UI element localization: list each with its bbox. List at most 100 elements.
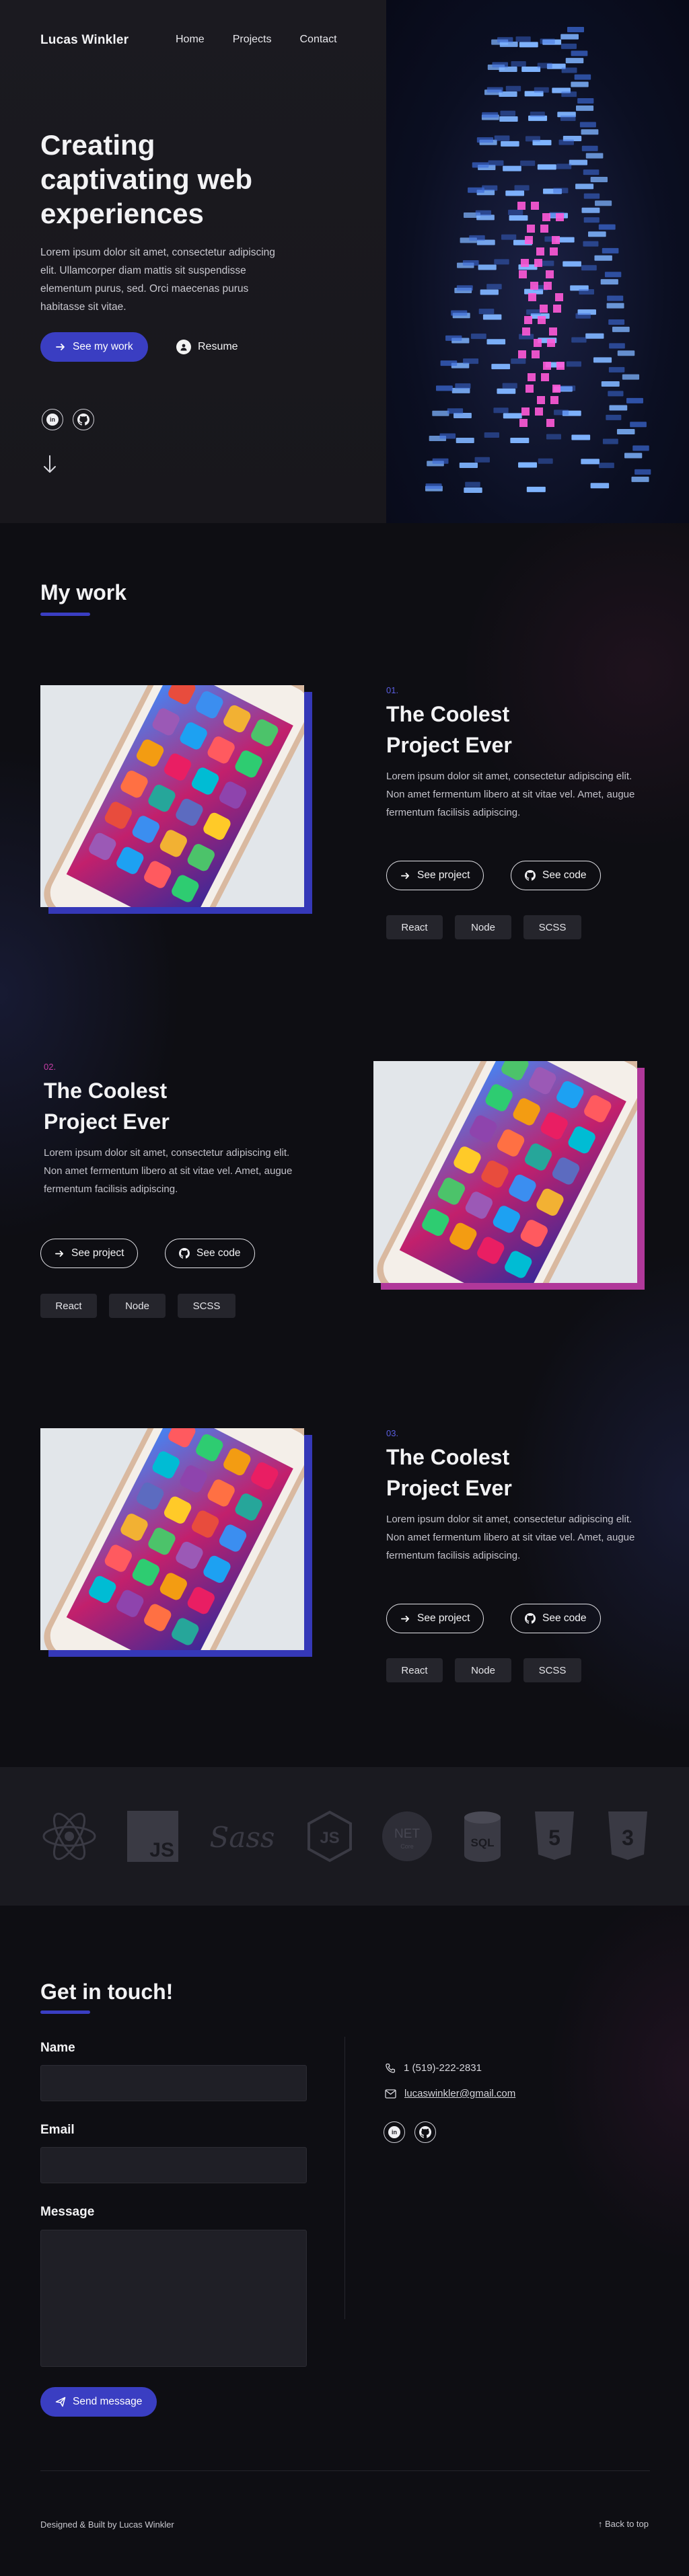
spiral-segment bbox=[571, 434, 591, 440]
project-1-image[interactable] bbox=[40, 685, 304, 907]
spiral-core-pixel bbox=[521, 259, 529, 267]
nav-projects[interactable]: Projects bbox=[233, 34, 272, 46]
spiral-segment bbox=[494, 259, 509, 265]
svg-text:3: 3 bbox=[622, 1826, 634, 1850]
phone-info: 1 (519)-222-2831 bbox=[385, 2062, 482, 2074]
logo[interactable]: Lucas Winkler bbox=[40, 33, 129, 48]
spiral-segment bbox=[583, 241, 599, 247]
back-to-top-link[interactable]: ↑ Back to top bbox=[598, 2519, 649, 2529]
spiral-segment bbox=[561, 91, 577, 97]
spiral-segment bbox=[561, 67, 577, 73]
linkedin-icon: in bbox=[388, 2126, 400, 2138]
spiral-segment bbox=[593, 357, 612, 363]
email-field[interactable] bbox=[40, 2147, 307, 2183]
project-1-see-code-button[interactable]: See code bbox=[511, 861, 601, 890]
spiral-segment bbox=[502, 383, 517, 389]
project-3-see-project-button[interactable]: See project bbox=[386, 1604, 484, 1633]
spiral-segment bbox=[526, 486, 546, 492]
project-1-see-project-button[interactable]: See project bbox=[386, 861, 484, 890]
spiral-segment bbox=[540, 38, 555, 44]
spiral-segment bbox=[588, 231, 606, 237]
spiral-core-pixel bbox=[535, 407, 543, 416]
spiral-segment bbox=[560, 43, 577, 49]
spiral-segment bbox=[602, 247, 619, 253]
spiral-segment bbox=[571, 81, 589, 87]
github-link[interactable] bbox=[414, 2121, 436, 2143]
spiral-segment bbox=[594, 255, 612, 261]
project-2-see-code-button[interactable]: See code bbox=[165, 1239, 255, 1268]
spiral-core-pixel bbox=[546, 270, 554, 278]
spiral-segment bbox=[500, 110, 516, 116]
spiral-segment bbox=[581, 145, 598, 151]
email-link[interactable]: lucaswinkler@gmail.com bbox=[404, 2088, 515, 2099]
spiral-segment bbox=[505, 190, 525, 196]
name-field[interactable] bbox=[40, 2065, 307, 2101]
spiral-segment bbox=[560, 385, 576, 391]
spiral-segment bbox=[530, 112, 545, 118]
footer-credit: Designed & Built by Lucas Winkler bbox=[40, 2520, 174, 2530]
phone-number: 1 (519)-222-2831 bbox=[404, 2062, 482, 2074]
spiral-segment bbox=[583, 217, 600, 223]
github-link[interactable] bbox=[73, 409, 94, 430]
see-my-work-button[interactable]: See my work bbox=[40, 332, 148, 362]
project-2-image[interactable] bbox=[373, 1061, 637, 1283]
spiral-core-pixel bbox=[556, 362, 565, 370]
resume-button[interactable]: Resume bbox=[176, 340, 238, 354]
spiral-core-pixel bbox=[544, 282, 552, 290]
spiral-core-pixel bbox=[525, 236, 533, 244]
spiral-segment bbox=[581, 207, 600, 213]
spiral-segment bbox=[624, 453, 643, 459]
spiral-segment bbox=[501, 141, 519, 147]
spiral-segment bbox=[571, 50, 588, 56]
footer-divider bbox=[40, 2470, 650, 2471]
project-3-title: The Coolest Project Ever bbox=[386, 1445, 512, 1500]
spiral-core-pixel bbox=[528, 293, 536, 301]
nav-contact[interactable]: Contact bbox=[299, 34, 336, 46]
project-2-description: Lorem ipsum dolor sit amet, consectetur … bbox=[44, 1147, 293, 1195]
spiral-core-pixel bbox=[540, 305, 548, 313]
nav-home[interactable]: Home bbox=[176, 34, 205, 46]
svg-text:Sass: Sass bbox=[209, 1821, 275, 1854]
spiral-segment bbox=[474, 457, 490, 463]
spiral-segment bbox=[508, 209, 523, 215]
project-3-image[interactable] bbox=[40, 1428, 304, 1650]
spiral-segment bbox=[560, 34, 579, 40]
spiral-core-pixel bbox=[547, 339, 555, 347]
spiral-segment bbox=[463, 358, 479, 364]
scroll-down-icon[interactable] bbox=[42, 455, 58, 475]
spiral-segment bbox=[599, 463, 614, 469]
spiral-segment bbox=[537, 63, 552, 69]
send-message-button[interactable]: Send message bbox=[40, 2387, 157, 2417]
spiral-segment bbox=[514, 185, 530, 191]
project-2-see-project-button[interactable]: See project bbox=[40, 1239, 139, 1268]
spiral-segment bbox=[488, 160, 504, 166]
spiral-segment bbox=[472, 162, 489, 168]
dotnet-icon: NET Core bbox=[382, 1811, 433, 1861]
see-project-label: See project bbox=[417, 1612, 470, 1624]
spiral-core-pixel bbox=[555, 293, 563, 301]
spiral-segment bbox=[609, 405, 628, 411]
github-icon bbox=[419, 2126, 431, 2138]
project-2-number: 02. bbox=[44, 1062, 57, 1072]
user-icon bbox=[176, 340, 191, 354]
spiral-segment bbox=[432, 458, 449, 464]
spiral-segment bbox=[445, 335, 462, 341]
spiral-segment bbox=[606, 303, 624, 309]
project-2-title: The Coolest Project Ever bbox=[44, 1079, 170, 1134]
spiral-segment bbox=[455, 383, 471, 389]
hero-title: Creating captivating web experiences bbox=[40, 129, 253, 229]
sql-icon: SQL bbox=[464, 1811, 501, 1862]
spiral-segment bbox=[515, 36, 531, 42]
spiral-segment bbox=[601, 381, 620, 387]
spiral-segment bbox=[606, 414, 622, 420]
linkedin-icon: in bbox=[46, 414, 59, 426]
contact-divider bbox=[344, 2037, 345, 2319]
spiral-segment bbox=[581, 459, 600, 465]
linkedin-link[interactable]: in bbox=[42, 409, 63, 430]
see-code-label: See code bbox=[542, 869, 587, 881]
message-field[interactable] bbox=[40, 2230, 307, 2367]
linkedin-link[interactable]: in bbox=[384, 2121, 405, 2143]
project-3-see-code-button[interactable]: See code bbox=[511, 1604, 601, 1633]
spiral-segment bbox=[563, 261, 581, 267]
spiral-segment bbox=[617, 350, 635, 356]
